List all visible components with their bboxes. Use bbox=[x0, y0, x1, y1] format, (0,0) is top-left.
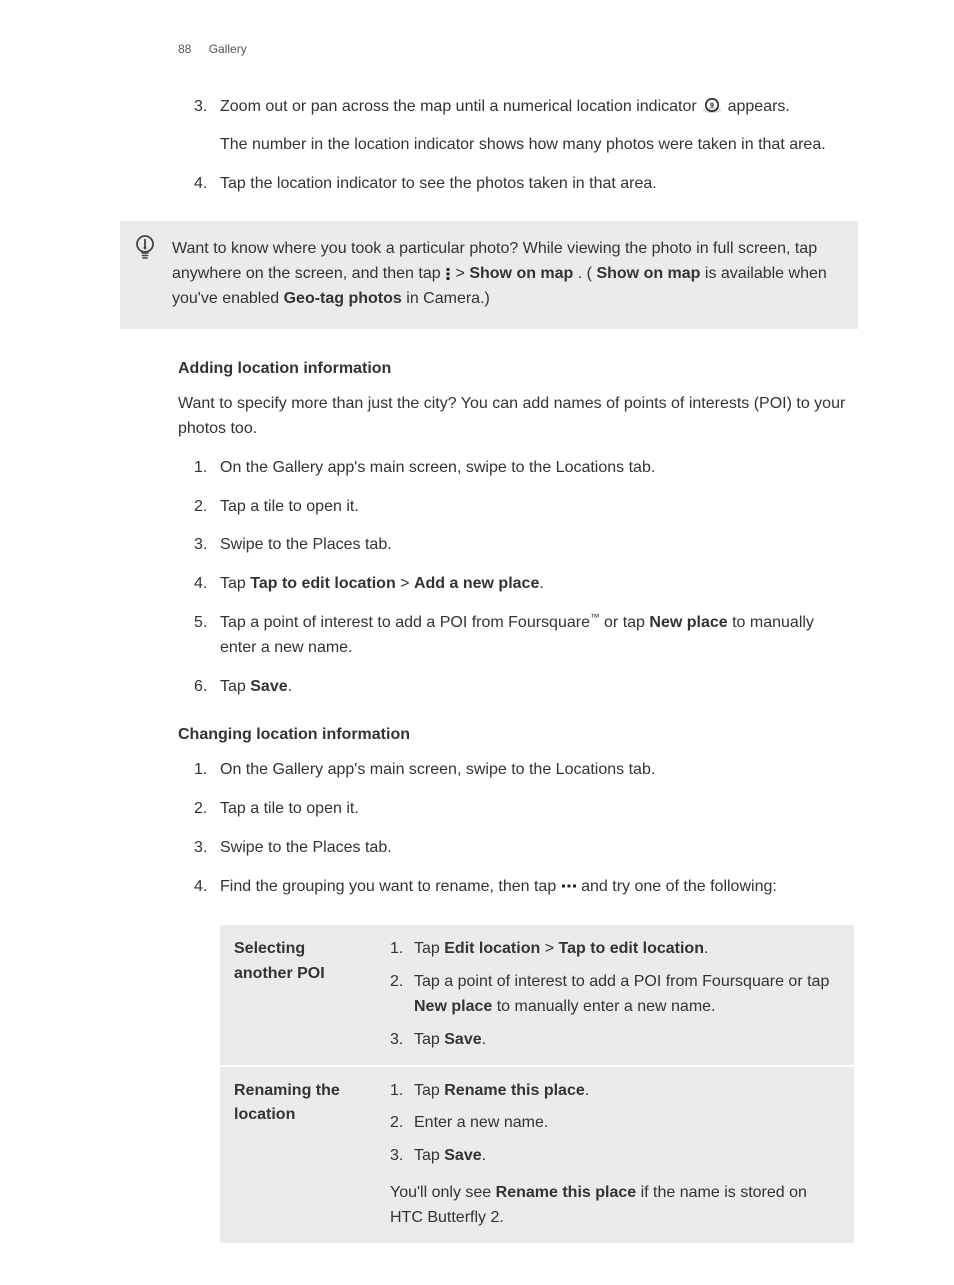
top-steps-list: 3. Zoom out or pan across the map until … bbox=[178, 95, 854, 197]
table-row: Selecting another POI 1. Tap Edit locati… bbox=[220, 924, 854, 1065]
change-options-table: Selecting another POI 1. Tap Edit locati… bbox=[220, 923, 854, 1244]
step-3: 3.Swipe to the Places tab. bbox=[178, 533, 854, 558]
section-title: Gallery bbox=[209, 42, 247, 56]
menu-vertical-icon bbox=[445, 267, 451, 281]
row-label: Renaming the location bbox=[220, 1066, 376, 1244]
row-content: 1. Tap Rename this place. 2.Enter a new … bbox=[376, 1066, 854, 1244]
step-3-sub: The number in the location indicator sho… bbox=[220, 133, 854, 158]
page-header: 88 Gallery bbox=[178, 40, 854, 59]
step-number: 3. bbox=[194, 95, 207, 120]
step-number: 4. bbox=[194, 172, 207, 197]
step-3: 3.Swipe to the Places tab. bbox=[178, 836, 854, 861]
page-number: 88 bbox=[178, 40, 191, 59]
row-label: Selecting another POI bbox=[220, 924, 376, 1065]
step-text: Zoom out or pan across the map until a n… bbox=[220, 98, 790, 115]
rename-note: You'll only see Rename this place if the… bbox=[390, 1181, 840, 1231]
step-text: Tap the location indicator to see the ph… bbox=[220, 175, 657, 192]
table-row: Renaming the location 1. Tap Rename this… bbox=[220, 1066, 854, 1244]
tip-text: Want to know where you took a particular… bbox=[172, 240, 827, 307]
tip-callout: Want to know where you took a particular… bbox=[120, 221, 858, 329]
row-content: 1. Tap Edit location > Tap to edit locat… bbox=[376, 924, 854, 1065]
step-3: 3. Zoom out or pan across the map until … bbox=[178, 95, 854, 159]
step-4: 4. Tap the location indicator to see the… bbox=[178, 172, 854, 197]
changing-steps-list: 1.On the Gallery app's main screen, swip… bbox=[178, 758, 854, 899]
step-2: 2.Tap a tile to open it. bbox=[178, 495, 854, 520]
step-4: 4. Find the grouping you want to rename,… bbox=[178, 875, 854, 900]
step-4: 4. Tap Tap to edit location > Add a new … bbox=[178, 572, 854, 597]
adding-intro: Want to specify more than just the city?… bbox=[178, 392, 854, 442]
lightbulb-icon bbox=[134, 233, 156, 261]
step-6: 6. Tap Save. bbox=[178, 675, 854, 700]
manual-page: 88 Gallery 3. Zoom out or pan across the… bbox=[0, 0, 954, 1285]
heading-changing-location: Changing location information bbox=[178, 723, 854, 748]
step-2: 2.Tap a tile to open it. bbox=[178, 797, 854, 822]
more-horizontal-icon bbox=[561, 883, 577, 889]
step-5: 5. Tap a point of interest to add a POI … bbox=[178, 611, 854, 661]
step-1: 1.On the Gallery app's main screen, swip… bbox=[178, 758, 854, 783]
svg-text:9: 9 bbox=[710, 103, 714, 110]
heading-adding-location: Adding location information bbox=[178, 357, 854, 382]
step-1: 1.On the Gallery app's main screen, swip… bbox=[178, 456, 854, 481]
location-indicator-icon: 9 bbox=[701, 98, 723, 114]
adding-steps-list: 1.On the Gallery app's main screen, swip… bbox=[178, 456, 854, 700]
